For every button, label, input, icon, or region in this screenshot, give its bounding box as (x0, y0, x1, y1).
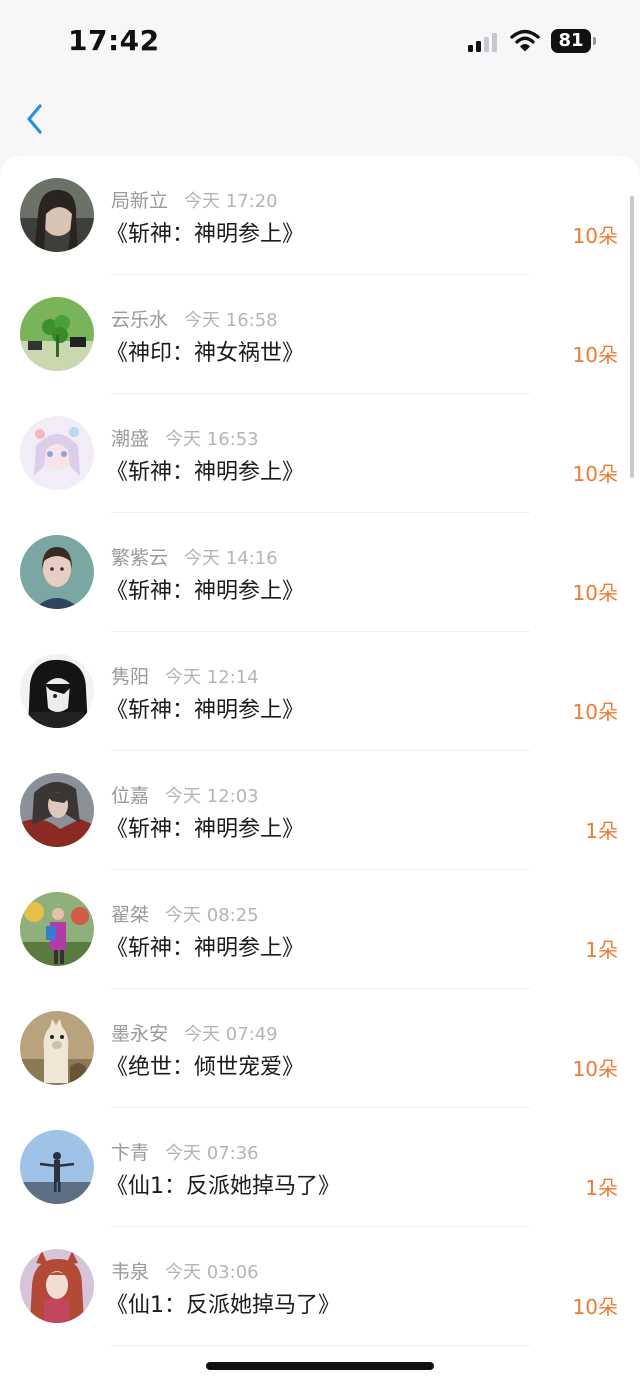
item-time: 今天 03:06 (165, 1262, 259, 1283)
item-time: 今天 07:49 (184, 1024, 278, 1045)
gift-amount: 10朵 (572, 581, 618, 605)
item-time: 今天 14:16 (184, 548, 278, 569)
list-item[interactable]: 位嘉 今天 12:03 《斩神：神明参上》 1朵 (0, 751, 640, 870)
item-meta: 局新立 今天 17:20 (111, 186, 278, 212)
item-time: 今天 08:25 (165, 905, 259, 926)
user-name: 位嘉 (111, 785, 150, 807)
divider (111, 1345, 530, 1346)
cellular-signal-icon (468, 32, 500, 52)
list-item[interactable]: 韦泉 今天 03:06 《仙1：反派她掉马了》 10朵 (0, 1227, 640, 1346)
book-title: 《斩神：神明参上》 (106, 579, 305, 604)
book-title: 《斩神：神明参上》 (106, 817, 305, 842)
avatar (20, 416, 94, 490)
book-title: 《神印：神女祸世》 (106, 341, 305, 366)
gift-record-list[interactable]: 局新立 今天 17:20 《斩神：神明参上》 10朵 云乐水 今天 16:58 《神… (0, 156, 640, 1385)
item-time: 今天 17:20 (184, 191, 278, 212)
list-item[interactable]: 卞青 今天 07:36 《仙1：反派她掉马了》 1朵 (0, 1108, 640, 1227)
book-title: 《仙1：反派她掉马了》 (106, 1174, 340, 1199)
screen: 17:42 81 局新立 今天 17:20 《斩神：神明参上》 10朵 云乐水 … (0, 0, 640, 1385)
avatar (20, 654, 94, 728)
item-meta: 位嘉 今天 12:03 (111, 781, 259, 807)
item-meta: 韦泉 今天 03:06 (111, 1257, 259, 1283)
avatar (20, 1011, 94, 1085)
avatar (20, 297, 94, 371)
user-name: 卞青 (111, 1142, 150, 1164)
user-name: 局新立 (111, 190, 169, 212)
list-item[interactable]: 隽阳 今天 12:14 《斩神：神明参上》 10朵 (0, 632, 640, 751)
back-button[interactable] (18, 100, 54, 142)
list-item[interactable]: 云乐水 今天 16:58 《神印：神女祸世》 10朵 (0, 275, 640, 394)
gift-amount: 10朵 (572, 1057, 618, 1081)
gift-amount: 10朵 (572, 1295, 618, 1319)
list-item[interactable]: 局新立 今天 17:20 《斩神：神明参上》 10朵 (0, 156, 640, 275)
user-name: 隽阳 (111, 666, 150, 688)
book-title: 《仙1：反派她掉马了》 (106, 1293, 340, 1318)
gift-amount: 1朵 (585, 1176, 618, 1200)
list-item[interactable]: 翟桀 今天 08:25 《斩神：神明参上》 1朵 (0, 870, 640, 989)
gift-amount: 10朵 (572, 700, 618, 724)
book-title: 《斩神：神明参上》 (106, 460, 305, 485)
avatar (20, 1130, 94, 1204)
item-time: 今天 12:14 (165, 667, 259, 688)
avatar (20, 773, 94, 847)
book-title: 《绝世：倾世宠爱》 (106, 1055, 305, 1080)
user-name: 繁紫云 (111, 547, 169, 569)
item-meta: 隽阳 今天 12:14 (111, 662, 259, 688)
gift-amount: 10朵 (572, 224, 618, 248)
gift-amount: 1朵 (585, 938, 618, 962)
status-bar: 17:42 81 (0, 0, 640, 86)
scrollbar[interactable] (630, 196, 634, 478)
list-item[interactable]: 潮盛 今天 16:53 《斩神：神明参上》 10朵 (0, 394, 640, 513)
list-item[interactable]: 繁紫云 今天 14:16 《斩神：神明参上》 10朵 (0, 513, 640, 632)
book-title: 《斩神：神明参上》 (106, 222, 305, 247)
list-item[interactable]: 墨永安 今天 07:49 《绝世：倾世宠爱》 10朵 (0, 989, 640, 1108)
wifi-icon (510, 29, 540, 52)
item-time: 今天 12:03 (165, 786, 259, 807)
gift-amount: 10朵 (572, 462, 618, 486)
user-name: 潮盛 (111, 428, 150, 450)
item-time: 今天 16:58 (184, 310, 278, 331)
avatar (20, 1249, 94, 1323)
book-title: 《斩神：神明参上》 (106, 698, 305, 723)
item-meta: 云乐水 今天 16:58 (111, 305, 278, 331)
user-name: 翟桀 (111, 904, 150, 926)
item-meta: 潮盛 今天 16:53 (111, 424, 259, 450)
nav-bar (0, 86, 640, 156)
home-indicator (206, 1362, 434, 1370)
item-meta: 翟桀 今天 08:25 (111, 900, 259, 926)
avatar (20, 535, 94, 609)
item-meta: 繁紫云 今天 14:16 (111, 543, 278, 569)
user-name: 韦泉 (111, 1261, 150, 1283)
user-name: 墨永安 (111, 1023, 169, 1045)
item-time: 今天 07:36 (165, 1143, 259, 1164)
item-meta: 墨永安 今天 07:49 (111, 1019, 278, 1045)
item-time: 今天 16:53 (165, 429, 259, 450)
item-meta: 卞青 今天 07:36 (111, 1138, 259, 1164)
user-name: 云乐水 (111, 309, 169, 331)
battery-icon: 81 (551, 29, 597, 53)
gift-amount: 10朵 (572, 343, 618, 367)
status-time: 17:42 (68, 24, 160, 57)
avatar (20, 178, 94, 252)
battery-level: 81 (551, 29, 591, 53)
book-title: 《斩神：神明参上》 (106, 936, 305, 961)
avatar (20, 892, 94, 966)
gift-amount: 1朵 (585, 819, 618, 843)
